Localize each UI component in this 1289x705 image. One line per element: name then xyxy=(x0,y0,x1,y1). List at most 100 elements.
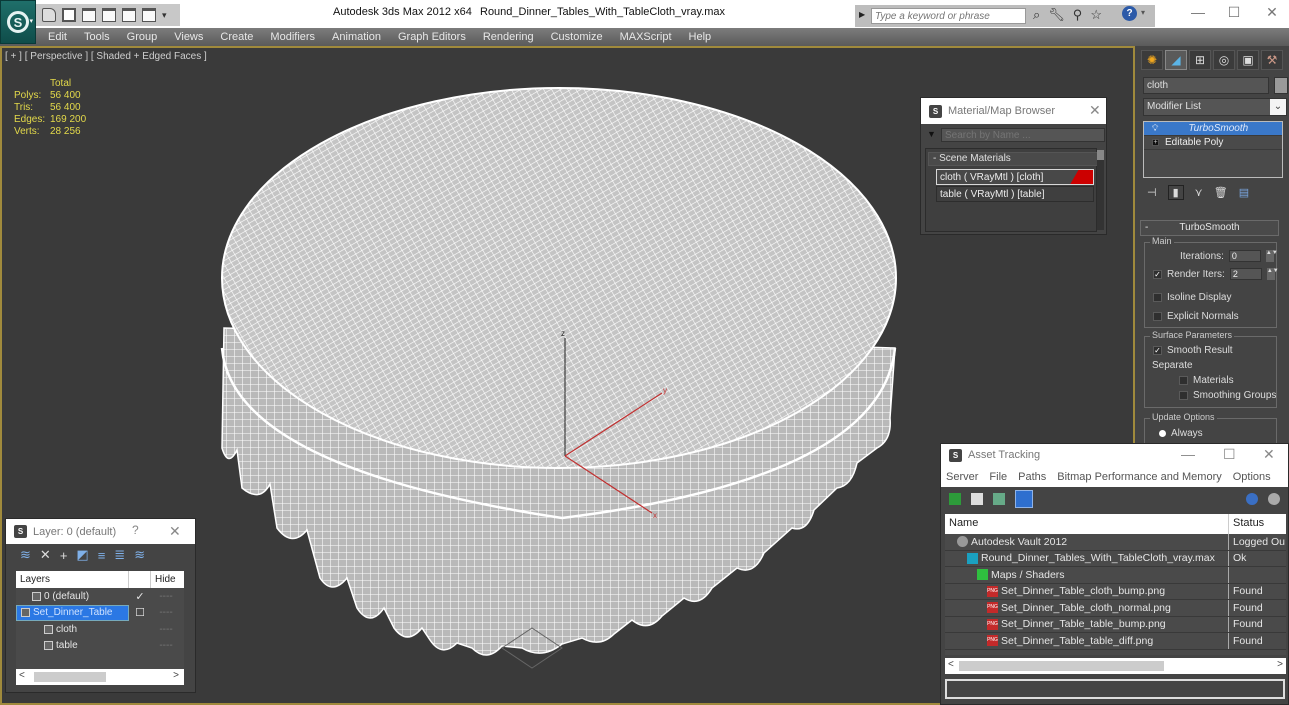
star-icon[interactable]: ☆ xyxy=(1090,7,1102,23)
dialog-title-bar[interactable]: S Layer: 0 (default) xyxy=(6,519,195,544)
object-name-input[interactable] xyxy=(1143,77,1269,94)
column-status[interactable]: Status xyxy=(1229,514,1268,534)
application-menu-button[interactable]: S ▾ xyxy=(0,0,36,44)
asset-row[interactable]: Maps / Shaders xyxy=(945,567,1286,584)
minimize-button[interactable]: — xyxy=(1188,4,1208,20)
render-iters-spinner[interactable]: 2 xyxy=(1229,268,1262,280)
dialog-title-bar[interactable]: S Asset Tracking xyxy=(941,444,1288,466)
menu-bitmap-performance[interactable]: Bitmap Performance and Memory xyxy=(1057,471,1221,483)
layer-name-cell[interactable]: Set_Dinner_Table xyxy=(16,604,129,621)
stack-item-turbosmooth[interactable]: 💡︎ TurboSmooth xyxy=(1144,122,1282,136)
menu-file[interactable]: File xyxy=(989,471,1007,483)
viewport-label[interactable]: [ + ] [ Perspective ] [ Shaded + Edged F… xyxy=(5,51,207,62)
isoline-checkbox[interactable] xyxy=(1153,293,1162,302)
hide-toggle[interactable]: ---- xyxy=(151,624,181,635)
layer-name-cell[interactable]: table xyxy=(16,638,129,655)
stack-item-editable-poly[interactable]: + Editable Poly xyxy=(1144,136,1282,150)
create-tab[interactable]: ✺ xyxy=(1141,50,1163,70)
add-to-layer-icon[interactable]: + xyxy=(60,548,68,563)
hide-toggle[interactable]: ---- xyxy=(151,607,181,618)
open-file-icon[interactable] xyxy=(42,8,56,22)
close-button[interactable]: ✕ xyxy=(1263,446,1275,463)
render-iters-checkbox[interactable]: ✓ xyxy=(1153,269,1162,279)
turbosmooth-rollout-header[interactable]: - TurboSmooth xyxy=(1140,220,1279,236)
table-view-icon[interactable] xyxy=(1015,490,1033,508)
configure-sets-icon[interactable]: ▤ xyxy=(1239,186,1249,199)
scroll-right-icon[interactable]: > xyxy=(173,670,179,681)
scroll-left-icon[interactable]: < xyxy=(19,670,25,681)
thumbnail-view-icon[interactable] xyxy=(993,493,1005,505)
display-tab[interactable]: ▣ xyxy=(1237,50,1259,70)
menu-rendering[interactable]: Rendering xyxy=(483,31,534,43)
asset-row[interactable]: Autodesk Vault 2012 Logged Ou xyxy=(945,534,1286,551)
current-layer-toggle[interactable]: ☐ xyxy=(129,606,151,619)
options-dropdown-icon[interactable]: ▼ xyxy=(927,129,936,139)
project-folder-icon[interactable] xyxy=(102,8,116,22)
explicit-normals-checkbox[interactable] xyxy=(1153,312,1162,321)
customize-dropdown-icon[interactable]: ▾ xyxy=(162,8,170,22)
layer-row[interactable]: Set_Dinner_Table ☐ ---- xyxy=(16,604,184,621)
utilities-tab[interactable]: ⚒ xyxy=(1261,50,1283,70)
highlight-layer-icon[interactable]: ≡ xyxy=(98,548,106,563)
hide-toggle[interactable]: ---- xyxy=(151,640,181,651)
scroll-right-icon[interactable]: > xyxy=(1277,659,1283,670)
chevron-down-icon[interactable]: ▾ xyxy=(1141,8,1145,17)
scrollbar-thumb[interactable] xyxy=(1097,150,1104,160)
spinner-arrows-icon[interactable]: ▲▼ xyxy=(1266,268,1279,280)
material-search-input[interactable] xyxy=(941,128,1105,142)
pin-stack-icon[interactable]: ⊣ xyxy=(1147,186,1157,199)
freeze-all-icon[interactable]: ≋ xyxy=(134,547,145,563)
column-hide[interactable]: Hide xyxy=(151,571,180,588)
undo-icon[interactable] xyxy=(82,8,96,22)
horizontal-scrollbar[interactable]: < > xyxy=(16,669,184,685)
materials-checkbox[interactable] xyxy=(1179,376,1188,385)
asset-row[interactable]: Round_Dinner_Tables_With_TableCloth_vray… xyxy=(945,550,1286,567)
new-scene-icon[interactable] xyxy=(122,8,136,22)
modifier-list-dropdown[interactable]: Modifier List ⌄ xyxy=(1143,98,1287,116)
delete-layer-icon[interactable]: ✕ xyxy=(40,547,51,563)
menu-edit[interactable]: Edit xyxy=(48,31,67,43)
binoculars-icon[interactable]: ⌕ xyxy=(1033,7,1040,23)
close-button[interactable]: ✕ xyxy=(1262,4,1282,21)
material-item-cloth[interactable]: cloth ( VRayMtl ) [cloth] xyxy=(936,169,1094,185)
help-icon[interactable]: ? xyxy=(1122,6,1137,21)
help-icon[interactable] xyxy=(1246,493,1258,505)
create-layer-icon[interactable]: ≋ xyxy=(20,547,31,563)
layer-row[interactable]: table ---- xyxy=(16,638,184,655)
menu-maxscript[interactable]: MAXScript xyxy=(620,31,672,43)
always-radio[interactable] xyxy=(1159,430,1166,437)
asset-row[interactable]: PNG Set_Dinner_Table_table_bump.png Found xyxy=(945,616,1286,633)
close-icon[interactable]: ✕ xyxy=(1089,102,1101,119)
redo-icon[interactable] xyxy=(142,8,156,22)
refresh-icon[interactable] xyxy=(949,493,961,505)
hide-toggle[interactable]: ---- xyxy=(151,591,181,602)
make-unique-icon[interactable]: ⋎ xyxy=(1195,186,1203,199)
satellite-icon[interactable]: ⚲ xyxy=(1073,7,1083,23)
dialog-title-bar[interactable]: S Material/Map Browser xyxy=(921,98,1106,124)
smooth-result-checkbox[interactable]: ✓ xyxy=(1153,346,1162,355)
hierarchy-tab[interactable]: ⊞ xyxy=(1189,50,1211,70)
asset-row[interactable]: PNG Set_Dinner_Table_cloth_normal.png Foun… xyxy=(945,600,1286,617)
iterations-spinner[interactable]: 0 xyxy=(1228,250,1261,262)
menu-group[interactable]: Group xyxy=(127,31,158,43)
menu-create[interactable]: Create xyxy=(220,31,253,43)
menu-server[interactable]: Server xyxy=(946,471,978,483)
scene-materials-group[interactable]: - Scene Materials xyxy=(928,152,1098,166)
minimize-button[interactable]: — xyxy=(1181,446,1195,462)
asset-row[interactable]: PNG Set_Dinner_Table_table_diff.png Found xyxy=(945,633,1286,650)
menu-views[interactable]: Views xyxy=(174,31,203,43)
close-button[interactable]: ✕ xyxy=(169,523,181,540)
layer-name-cell[interactable]: 0 (default) xyxy=(16,588,129,605)
wrench-icon[interactable]: 🔧︎ xyxy=(1048,7,1065,23)
layer-name-cell[interactable]: cloth xyxy=(16,621,129,638)
list-view-icon[interactable] xyxy=(971,493,983,505)
modify-tab[interactable]: ◢ xyxy=(1165,50,1187,70)
expand-arrow-icon[interactable]: ▶ xyxy=(859,10,865,19)
expand-icon[interactable]: + xyxy=(1152,139,1159,146)
asset-row[interactable]: PNG Set_Dinner_Table_cloth_bump.png Found xyxy=(945,583,1286,600)
menu-modifiers[interactable]: Modifiers xyxy=(270,31,315,43)
layer-row[interactable]: cloth ---- xyxy=(16,621,184,638)
show-end-result-icon[interactable]: ▮ xyxy=(1167,184,1184,200)
vertical-scrollbar[interactable] xyxy=(1097,150,1104,230)
keyword-search-input[interactable] xyxy=(871,8,1026,24)
